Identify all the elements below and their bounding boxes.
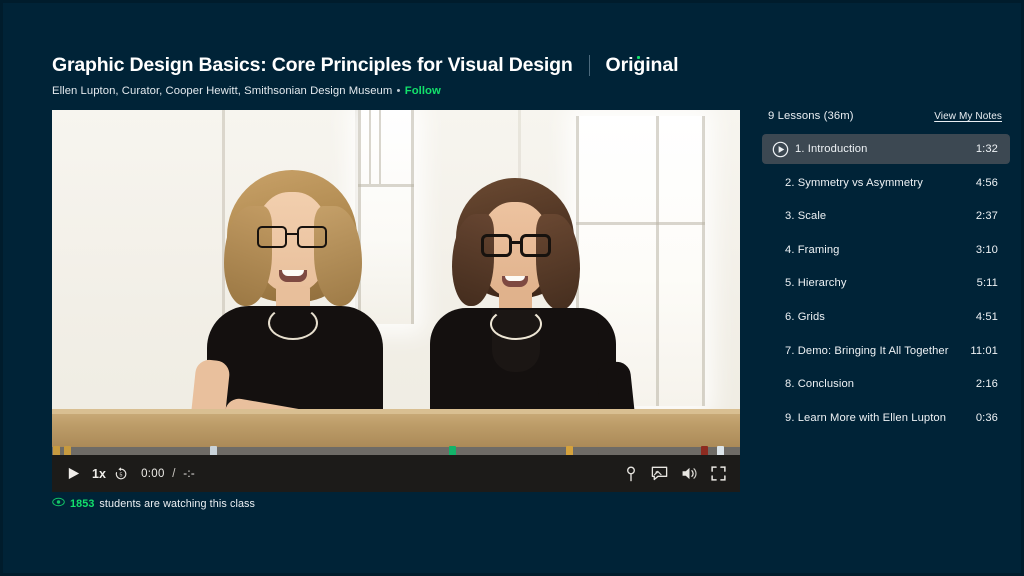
lesson-duration: 4:51 — [975, 310, 998, 323]
play-icon[interactable] — [66, 466, 81, 481]
svg-text:5: 5 — [120, 472, 123, 478]
watching-count: 1853 — [70, 497, 95, 510]
page-title: Graphic Design Basics: Core Principles f… — [52, 54, 573, 76]
playback-speed-button[interactable]: 1x — [92, 467, 106, 481]
lesson-row[interactable]: 8. Conclusion 2:16 — [762, 369, 1010, 399]
class-header: Graphic Design Basics: Core Principles f… — [52, 54, 752, 97]
lesson-row[interactable]: 1. Introduction 1:32 — [762, 134, 1010, 164]
lesson-row[interactable]: 7. Demo: Bringing It All Together 11:01 — [762, 336, 1010, 366]
notes-icon[interactable] — [651, 466, 668, 481]
video-frame-image — [52, 110, 740, 447]
lesson-duration: 2:16 — [975, 378, 998, 391]
time-separator: / — [172, 467, 176, 480]
view-my-notes-link[interactable]: View My Notes — [934, 111, 1002, 122]
lesson-duration: 4:56 — [975, 176, 998, 189]
lesson-duration: 5:11 — [976, 277, 998, 290]
lesson-row[interactable]: 6. Grids 4:51 — [762, 302, 1010, 332]
fullscreen-icon[interactable] — [711, 466, 726, 481]
lesson-title: 7. Demo: Bringing It All Together — [785, 344, 949, 357]
title-divider — [588, 55, 590, 76]
lesson-title: 6. Grids — [785, 310, 825, 323]
table-surface — [52, 409, 740, 447]
byline-separator: • — [396, 85, 401, 97]
watching-status: 1853 students are watching this class — [52, 497, 255, 510]
replay-icon[interactable]: 5 — [114, 466, 128, 481]
original-accent-dot — [636, 55, 641, 59]
lesson-row[interactable]: 9. Learn More with Ellen Lupton 0:36 — [762, 403, 1010, 433]
time-display: 0:00 / -:- — [141, 468, 195, 480]
title-row: Graphic Design Basics: Core Principles f… — [52, 54, 752, 77]
lesson-title: 5. Hierarchy — [785, 277, 847, 290]
lessons-panel-header: 9 Lessons (36m) View My Notes — [762, 110, 1010, 122]
lesson-row[interactable]: 3. Scale 2:37 — [762, 201, 1010, 231]
lesson-duration: 11:01 — [970, 344, 998, 357]
original-badge-label: Original — [605, 54, 679, 76]
lessons-count-label: 9 Lessons (36m) — [768, 110, 854, 122]
instructor-credit: Ellen Lupton, Curator, Cooper Hewitt, Sm… — [52, 85, 393, 97]
lesson-row[interactable]: 5. Hierarchy 5:11 — [762, 268, 1010, 298]
lesson-title: 3. Scale — [785, 210, 827, 223]
lesson-title: 2. Symmetry vs Asymmetry — [785, 176, 923, 189]
lesson-duration: 2:37 — [975, 210, 998, 223]
watching-text: students are watching this class — [99, 497, 256, 510]
video-player[interactable]: 1x 5 0:00 / -:- — [52, 110, 740, 492]
lesson-duration: 0:36 — [975, 411, 998, 424]
pin-marker-icon[interactable] — [624, 465, 638, 482]
original-badge: Original — [606, 54, 679, 77]
byline: Ellen Lupton, Curator, Cooper Hewitt, Sm… — [52, 85, 752, 97]
lesson-row[interactable]: 4. Framing 3:10 — [762, 235, 1010, 265]
lesson-play-icon — [772, 141, 789, 158]
lesson-title: 1. Introduction — [795, 143, 868, 155]
total-time: -:- — [183, 467, 195, 480]
volume-icon[interactable] — [681, 466, 698, 481]
eye-icon — [52, 497, 65, 510]
lesson-title: 9. Learn More with Ellen Lupton — [785, 411, 947, 424]
follow-button[interactable]: Follow — [405, 85, 441, 97]
video-stage[interactable] — [52, 110, 740, 447]
lesson-duration: 1:32 — [975, 143, 998, 155]
lesson-duration: 3:10 — [975, 243, 998, 256]
lesson-row[interactable]: 2. Symmetry vs Asymmetry 4:56 — [762, 168, 1010, 198]
lessons-panel: 9 Lessons (36m) View My Notes 1. Introdu… — [762, 110, 1010, 436]
seek-bar[interactable] — [52, 446, 740, 456]
lesson-title: 8. Conclusion — [785, 378, 855, 391]
lesson-list: 1. Introduction 1:32 2. Symmetry vs Asymme… — [762, 134, 1010, 433]
current-time: 0:00 — [141, 467, 165, 480]
lesson-title: 4. Framing — [785, 243, 840, 256]
player-controls: 1x 5 0:00 / -:- — [52, 455, 740, 492]
